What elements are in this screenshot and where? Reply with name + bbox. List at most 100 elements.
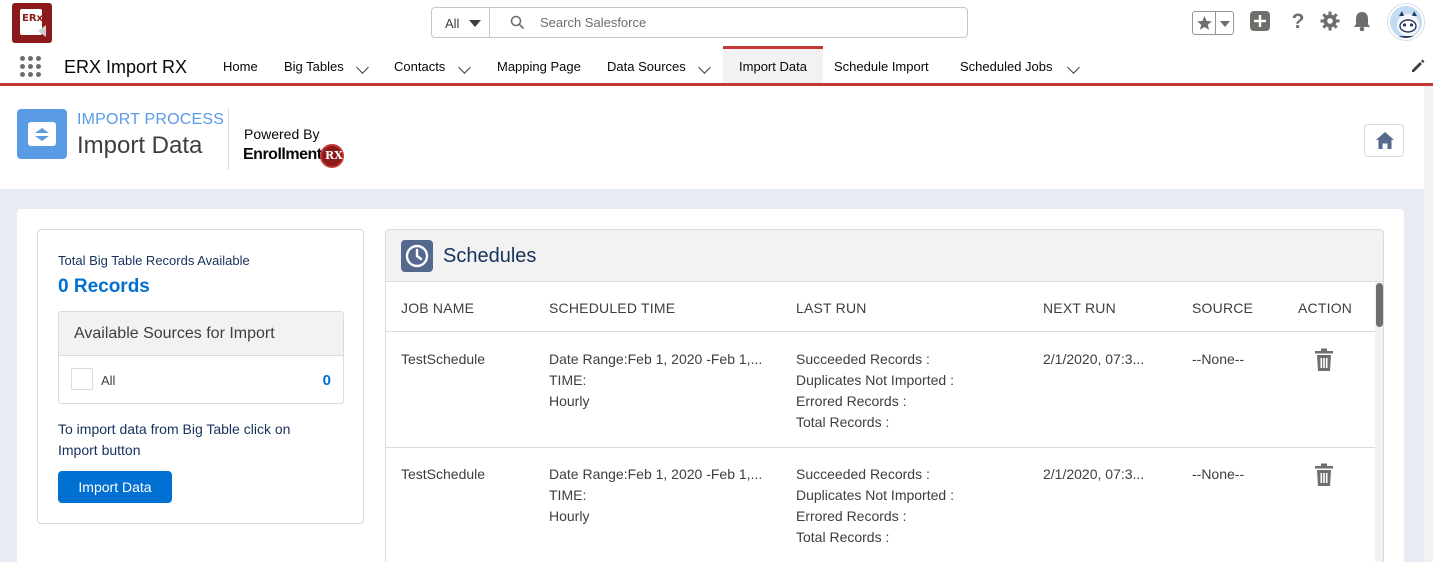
home-icon [1376,132,1394,149]
available-sources-title: Available Sources for Import [74,325,275,342]
global-header: ERx All ? [0,0,1433,46]
available-sources-header: Available Sources for Import [59,312,343,356]
available-sources-box: Available Sources for Import All 0 [58,311,344,404]
job-name-cell: TestSchedule [401,351,486,367]
column-header-job-name[interactable]: JOB NAME [401,300,474,316]
nav-item-import-data[interactable]: Import Data [723,46,823,83]
nav-item-contacts[interactable]: Contacts [394,46,445,83]
app-logo-icon[interactable]: ERx [12,3,52,43]
errored-records: Errored Records : [796,508,907,524]
add-icon[interactable] [1249,10,1271,32]
clock-icon [401,240,433,272]
chevron-down-icon[interactable] [698,61,711,74]
page-header: IMPORT PROCESS Import Data Powered By En… [0,89,1424,189]
page-body: Total Big Table Records Available 0 Reco… [0,189,1424,562]
source-cell: --None-- [1192,351,1245,367]
import-data-button[interactable]: Import Data [58,471,172,503]
scheduled-time-label: TIME: [549,372,587,388]
column-header-last-run[interactable]: LAST RUN [796,300,867,316]
nav-item-schedule-import[interactable]: Schedule Import [834,46,929,83]
scheduled-date-range: Date Range:Feb 1, 2020 -Feb 1,... [549,466,763,482]
source-all-checkbox[interactable] [71,368,93,390]
favorites-button-group [1192,11,1234,35]
next-run-cell: 2/1/2020, 07:3... [1043,351,1145,367]
svg-text:?: ? [1292,10,1305,32]
total-records: Total Records : [796,529,890,545]
duplicates-not-imported: Duplicates Not Imported : [796,372,954,388]
avatar-icon [1396,11,1420,38]
powered-by-label: Powered By [244,126,320,142]
app-name: ERX Import RX [64,57,188,77]
scheduled-time-label: TIME: [549,487,587,503]
total-records: Total Records : [796,414,890,430]
schedules-panel: Schedules JOB NAME SCHEDULED TIME LAST R… [385,229,1384,562]
scheduled-date-range: Date Range:Feb 1, 2020 -Feb 1,... [549,351,763,367]
scheduled-frequency: Hourly [549,393,590,409]
column-header-scheduled-time[interactable]: SCHEDULED TIME [549,300,675,316]
nav-item-data-sources[interactable]: Data Sources [607,46,686,83]
search-icon [510,15,524,29]
source-all-label: All [101,373,116,388]
table-row: TestSchedule Date Range:Feb 1, 2020 -Feb… [386,333,1375,448]
trash-icon[interactable] [1313,463,1335,487]
job-name-cell: TestSchedule [401,466,486,482]
scheduled-time-cell: Date Range:Feb 1, 2020 -Feb 1,... TIME: … [549,349,762,412]
total-records-value: 0 Records [58,276,150,297]
errored-records: Errored Records : [796,393,907,409]
records-panel: Total Big Table Records Available 0 Reco… [37,229,364,524]
gear-icon[interactable] [1319,10,1341,32]
star-icon [1197,16,1212,30]
source-all-count: 0 [322,372,331,389]
nav-item-big-tables[interactable]: Big Tables [284,46,344,83]
trash-icon[interactable] [1313,348,1335,372]
column-header-source[interactable]: SOURCE [1192,300,1253,316]
nav-item-scheduled-jobs[interactable]: Scheduled Jobs [960,46,1053,83]
nav-item-home[interactable]: Home [223,46,258,83]
schedules-header: Schedules [386,230,1383,282]
nav-item-mapping-page[interactable]: Mapping Page [497,46,581,83]
page-title: Import Data [77,132,203,159]
schedules-scrollbar-thumb[interactable] [1376,283,1383,327]
next-run-cell: 2/1/2020, 07:3... [1043,466,1145,482]
column-header-next-run[interactable]: NEXT RUN [1043,300,1116,316]
global-search: All [431,7,968,38]
favorites-menu-caret[interactable] [1220,21,1230,27]
help-icon[interactable]: ? [1288,10,1308,32]
last-run-cell: Succeeded Records : Duplicates Not Impor… [796,464,954,548]
import-card: Total Big Table Records Available 0 Reco… [17,209,1404,562]
chevron-down-icon[interactable] [356,61,369,74]
import-process-icon [17,109,67,159]
pencil-icon[interactable] [1410,58,1426,74]
schedules-table-header: JOB NAME SCHEDULED TIME LAST RUN NEXT RU… [386,283,1375,332]
succeeded-records: Succeeded Records : [796,351,930,367]
home-button[interactable] [1364,124,1404,157]
table-row: TestSchedule Date Range:Feb 1, 2020 -Feb… [386,448,1375,562]
source-cell: --None-- [1192,466,1245,482]
enrollment-rx-logo: Enrollment [243,146,322,163]
chevron-down-icon [469,20,481,27]
enrollment-rx-badge: RX [320,144,344,168]
scheduled-frequency: Hourly [549,508,590,524]
duplicates-not-imported: Duplicates Not Imported : [796,487,954,503]
chevron-down-icon[interactable] [458,61,471,74]
schedules-scrollbar[interactable] [1375,283,1383,562]
schedules-title: Schedules [443,245,537,267]
page-scrollbar[interactable] [1424,86,1433,562]
bell-icon[interactable] [1351,10,1373,32]
scheduled-time-cell: Date Range:Feb 1, 2020 -Feb 1,... TIME: … [549,464,762,527]
app-navigation-bar: ERX Import RX Home Big Tables Contacts M… [0,46,1433,86]
favorites-button[interactable] [1193,12,1216,34]
column-header-action[interactable]: ACTION [1298,300,1352,316]
app-launcher-icon[interactable] [20,56,42,78]
page-eyebrow: IMPORT PROCESS [77,111,225,128]
chevron-down-icon[interactable] [1067,61,1080,74]
total-records-label: Total Big Table Records Available [58,253,250,268]
search-scope-dropdown[interactable]: All [432,8,490,37]
header-divider [228,109,229,170]
brand-badge-text: RX [325,149,343,162]
user-avatar[interactable] [1388,4,1424,40]
search-input[interactable] [540,12,950,33]
import-help-text: To import data from Big Table click on I… [58,421,291,458]
succeeded-records: Succeeded Records : [796,466,930,482]
search-scope-label: All [445,16,460,31]
